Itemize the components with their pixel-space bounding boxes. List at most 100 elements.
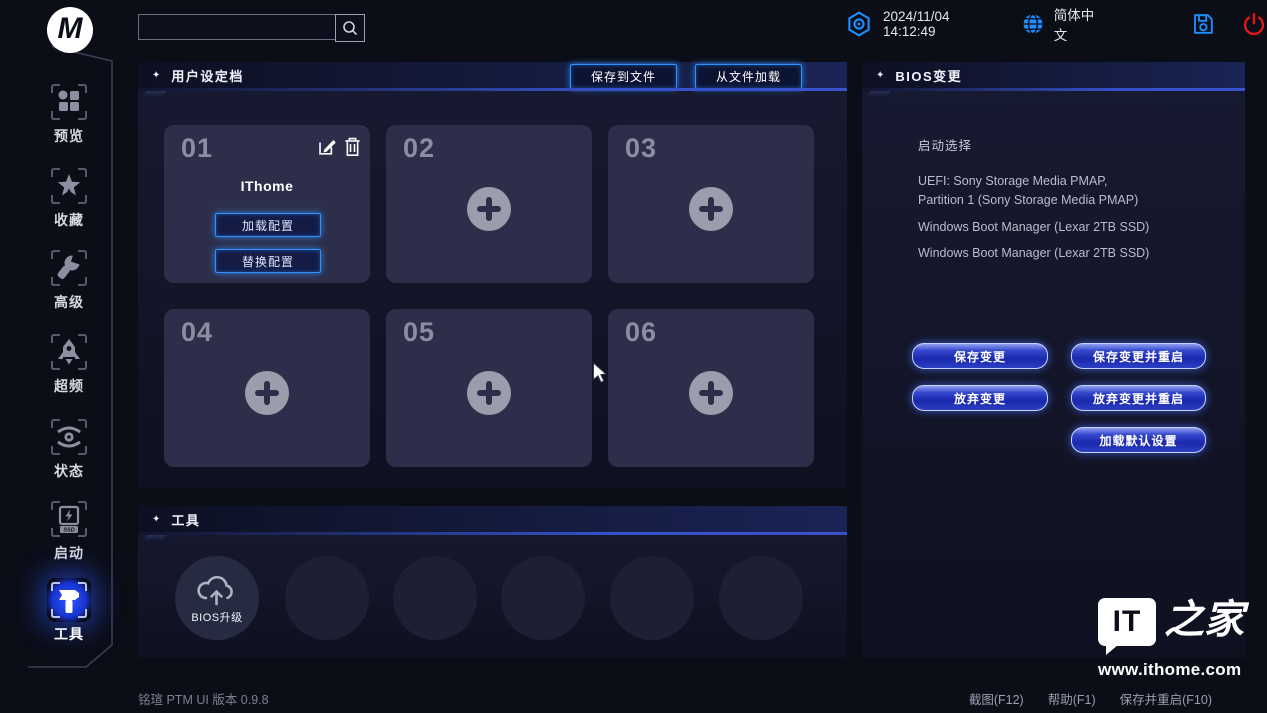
empty-tool-slot (610, 556, 694, 640)
plus-icon[interactable] (689, 187, 733, 231)
boot-option: Windows Boot Manager (Lexar 2TB SSD) (918, 244, 1218, 263)
load-config-button[interactable]: 加载配置 (215, 213, 321, 237)
ssd-icon: SSD (47, 497, 91, 541)
save-changes-button[interactable]: 保存变更 (912, 343, 1048, 369)
user-profiles-header: ✦ 用户设定档 保存到文件 从文件加载 (138, 62, 847, 88)
tools-title: 工具 (171, 510, 200, 529)
tool-label: BIOS升级 (191, 609, 242, 625)
user-profiles-title: 用户设定档 (171, 66, 244, 85)
plus-icon[interactable] (689, 371, 733, 415)
ithome-logo-text: IT (1113, 605, 1142, 639)
save-profile-button[interactable] (1191, 12, 1215, 36)
sidebar-item-overclock[interactable]: 超频 (34, 330, 104, 396)
sidebar-label: 工具 (54, 624, 84, 644)
sidebar-item-favorites[interactable]: 收藏 (34, 164, 104, 230)
slot-number: 05 (403, 317, 435, 348)
svg-text:SSD: SSD (63, 528, 75, 534)
profile-slot-4: 04 (164, 309, 370, 467)
discard-changes-button[interactable]: 放弃变更 (912, 385, 1048, 411)
logo-letter: M (58, 12, 83, 46)
power-button[interactable] (1241, 11, 1267, 37)
profile-name: IThome (164, 178, 370, 194)
bios-upgrade-tool[interactable]: BIOS升级 (175, 556, 259, 640)
profile-slot-5: 05 (386, 309, 592, 467)
settings-hex-icon (845, 10, 873, 38)
diamond-icon: ✦ (152, 514, 160, 525)
sidebar-label: 启动 (54, 543, 84, 563)
search-icon (341, 19, 359, 37)
slot-number: 06 (625, 317, 657, 348)
mouse-cursor (592, 362, 610, 384)
diamond-icon: ✦ (152, 70, 160, 81)
ithome-watermark: IT 之家 www.ithome.com (1098, 598, 1248, 680)
star-icon (47, 164, 91, 208)
ithome-logo: IT 之家 (1098, 598, 1248, 646)
save-restart-hint: 保存并重启(F10) (1120, 689, 1212, 708)
sidebar-item-preview[interactable]: 预览 (34, 80, 104, 146)
cloud-upload-icon (194, 571, 240, 607)
replace-config-button[interactable]: 替换配置 (215, 249, 321, 273)
screenshot-hint: 截图(F12) (969, 689, 1024, 708)
bios-changes-title: BIOS变更 (895, 66, 962, 85)
bios-changes-header: ✦ BIOS变更 (862, 62, 1245, 88)
sidebar-item-status[interactable]: 状态 (34, 415, 104, 481)
save-to-file-button[interactable]: 保存到文件 (570, 64, 677, 89)
sidebar-label: 高级 (54, 292, 84, 312)
sidebar-item-tools[interactable]: 工具 (34, 578, 104, 644)
trash-icon[interactable] (343, 136, 364, 157)
language-label[interactable]: 简体中文 (1054, 4, 1095, 44)
ithome-url: www.ithome.com (1098, 660, 1248, 680)
boot-select-label: 启动选择 (918, 135, 972, 154)
search-bar (138, 14, 365, 42)
sidebar-label: 收藏 (54, 210, 84, 230)
empty-tool-slot (285, 556, 369, 640)
tools-panel: ✦ 工具 BIOS升级 (138, 506, 847, 658)
ithome-logo-suffix: 之家 (1164, 598, 1244, 642)
bios-changes-panel: ✦ BIOS变更 启动选择 UEFI: Sony Storage Media P… (862, 62, 1245, 658)
rocket-icon (47, 330, 91, 374)
status-icon (47, 415, 91, 459)
sidebar-item-boot[interactable]: SSD 启动 (34, 497, 104, 563)
datetime-text: 2024/11/04 14:12:49 (883, 9, 977, 39)
sidebar-item-advanced[interactable]: 高级 (34, 246, 104, 312)
empty-tool-slot (719, 556, 803, 640)
grid-icon (47, 80, 91, 124)
user-profiles-panel: ✦ 用户设定档 保存到文件 从文件加载 01 I (138, 62, 847, 488)
ithome-logo-box: IT (1098, 598, 1156, 646)
empty-tool-slot (393, 556, 477, 640)
search-input[interactable] (138, 14, 335, 40)
plus-icon[interactable] (245, 371, 289, 415)
boot-option: Windows Boot Manager (Lexar 2TB SSD) (918, 218, 1218, 237)
tools-header: ✦ 工具 (138, 506, 847, 532)
plus-icon[interactable] (467, 187, 511, 231)
topbar-right: 2024/11/04 14:12:49 简体中文 (845, 0, 1267, 48)
sidebar-label: 超频 (54, 376, 84, 396)
slot-number: 04 (181, 317, 213, 348)
load-from-file-button[interactable]: 从文件加载 (695, 64, 802, 89)
version-text: 铭瑄 PTM UI 版本 0.9.8 (138, 689, 269, 708)
load-defaults-button[interactable]: 加载默认设置 (1071, 427, 1206, 453)
hammer-icon (47, 578, 91, 622)
edit-icon[interactable] (316, 136, 337, 157)
empty-tool-slot (501, 556, 585, 640)
profile-slot-6: 06 (608, 309, 814, 467)
plus-icon[interactable] (467, 371, 511, 415)
slot-number: 03 (625, 133, 657, 164)
diamond-icon: ✦ (876, 70, 884, 81)
maxsun-logo: M (47, 7, 93, 53)
settings-button[interactable] (845, 10, 873, 38)
boot-option-list: UEFI: Sony Storage Media PMAP, Partition… (918, 172, 1218, 271)
search-button[interactable] (335, 14, 365, 42)
help-hint: 帮助(F1) (1048, 689, 1096, 708)
slot-number: 01 (181, 133, 213, 164)
language-button[interactable] (1021, 12, 1045, 36)
save-changes-restart-button[interactable]: 保存变更并重启 (1071, 343, 1206, 369)
save-icon (1191, 12, 1215, 36)
globe-icon (1021, 12, 1045, 36)
sidebar-label: 预览 (54, 126, 84, 146)
hotkey-hints: 截图(F12) 帮助(F1) 保存并重启(F10) (969, 689, 1212, 708)
bios-app: M 2024/11/04 14:12:49 简体中文 (0, 0, 1267, 713)
profile-slot-2: 02 (386, 125, 592, 283)
discard-changes-restart-button[interactable]: 放弃变更并重启 (1071, 385, 1206, 411)
boot-option: UEFI: Sony Storage Media PMAP, Partition… (918, 172, 1218, 211)
